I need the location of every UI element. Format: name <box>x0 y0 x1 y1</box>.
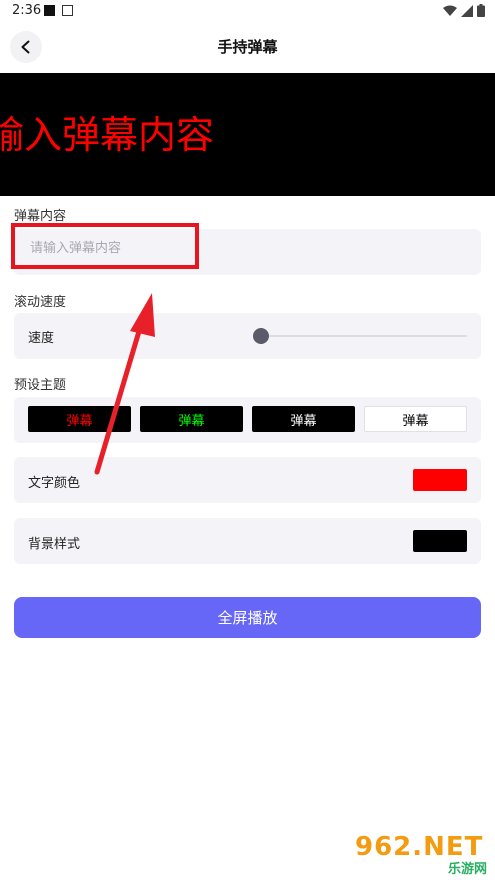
site-watermark: 962.NET 乐游网 <box>355 832 487 877</box>
speed-section-label: 滚动速度 <box>14 295 67 310</box>
notification-icon-2 <box>62 5 73 16</box>
watermark-sub: 乐游网 <box>447 862 487 877</box>
preview-text: 输入弹幕内容 <box>0 113 215 157</box>
wifi-icon <box>443 5 457 16</box>
text-color-swatch[interactable] <box>413 469 467 491</box>
theme-button-light[interactable]: 弹幕 <box>364 406 467 432</box>
fullscreen-play-button[interactable]: 全屏播放 <box>14 597 481 638</box>
status-icons <box>443 4 485 17</box>
page-title: 手持弹幕 <box>217 38 278 56</box>
header: 手持弹幕 <box>0 28 495 66</box>
text-color-card[interactable]: 文字颜色 <box>14 457 481 503</box>
signal-icon <box>461 4 473 17</box>
speed-label: 速度 <box>28 331 55 346</box>
bg-style-label: 背景样式 <box>28 537 81 552</box>
theme-section-label: 预设主题 <box>14 378 67 393</box>
theme-button-white[interactable]: 弹幕 <box>252 406 355 432</box>
app-screen: 2:36 手持弹幕 输入弹幕内容 弹幕内容 请输入弹幕内容 滚动速度 速度 预设… <box>0 0 495 880</box>
text-color-label: 文字颜色 <box>28 476 81 491</box>
battery-icon <box>477 4 485 17</box>
bg-style-swatch[interactable] <box>413 530 467 552</box>
danmaku-preview: 输入弹幕内容 <box>0 73 495 196</box>
status-time: 2:36 <box>12 3 42 18</box>
speed-slider-track[interactable] <box>261 335 467 337</box>
status-bar: 2:36 <box>0 0 495 22</box>
theme-card: 弹幕 弹幕 弹幕 弹幕 <box>14 397 481 443</box>
notification-icon <box>44 5 55 16</box>
speed-slider-thumb[interactable] <box>253 328 269 344</box>
bg-style-card[interactable]: 背景样式 <box>14 518 481 564</box>
speed-card: 速度 <box>14 313 481 359</box>
theme-button-red[interactable]: 弹幕 <box>28 406 131 432</box>
theme-button-green[interactable]: 弹幕 <box>140 406 243 432</box>
highlight-box <box>11 223 199 269</box>
content-section-label: 弹幕内容 <box>14 209 67 224</box>
